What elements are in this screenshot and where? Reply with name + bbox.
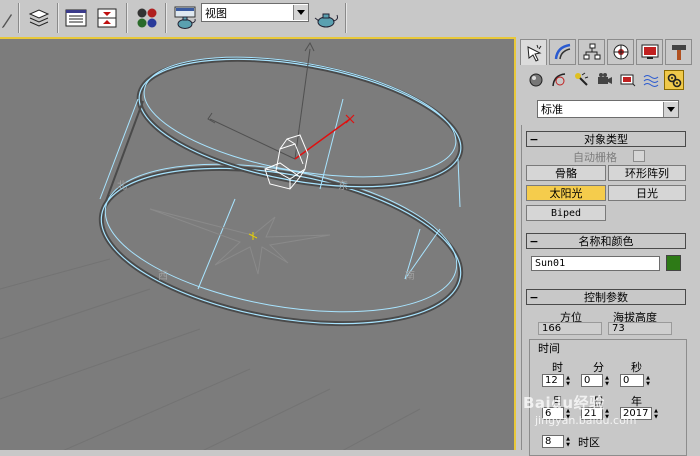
motion-tab[interactable] (607, 39, 634, 65)
command-panel: 标准 − 对象类型 自动栅格 骨骼 环形阵列 太阳光 日光 Biped − 名称… (516, 37, 700, 456)
collapse-minus-icon: − (529, 132, 539, 146)
timezone-label: 时区 (578, 436, 600, 449)
lights-icon[interactable] (572, 70, 592, 90)
object-type-rollout-header[interactable]: − 对象类型 (526, 131, 686, 147)
track-view-icon[interactable] (63, 5, 89, 31)
modify-icon (554, 43, 570, 60)
daylight-button[interactable]: 日光 (608, 185, 686, 201)
compass-ring[interactable] (89, 39, 472, 349)
rollout-title: 名称和颜色 (578, 235, 634, 248)
altitude-value: 73 (608, 322, 672, 335)
cameras-icon[interactable] (595, 70, 615, 90)
collapse-minus-icon: − (529, 290, 539, 304)
compass-label-south: 南 (405, 269, 415, 282)
geometry-icon[interactable] (526, 70, 546, 90)
hour-value[interactable]: 12 (542, 374, 564, 387)
hour-label: 时 (552, 361, 563, 374)
rollout-title: 控制参数 (584, 291, 628, 304)
category-dropdown-value: 标准 (541, 103, 563, 116)
compass-label-east: 东 (338, 179, 348, 192)
bone-button[interactable]: 骨骼 (526, 165, 606, 181)
chevron-down-icon[interactable] (663, 101, 678, 117)
view-dropdown-value: 视图 (205, 6, 227, 20)
autogrid-label: 自动栅格 (573, 151, 617, 164)
compass-label-west: 西 (158, 271, 168, 282)
minute-spinner[interactable]: 0 ▲ ▼ (581, 374, 611, 387)
azimuth-value: 166 (538, 322, 602, 335)
render-setup-icon[interactable] (172, 5, 198, 31)
helpers-icon[interactable] (618, 70, 638, 90)
panel-scroll-edge (521, 125, 522, 450)
object-name-input[interactable]: Sun01 (531, 256, 660, 271)
perspective-viewport[interactable]: 北 东 西 南 (0, 37, 516, 450)
compass-rose (149, 208, 331, 275)
spinner-arrows-icon[interactable]: ▲ ▼ (644, 374, 652, 387)
display-tab[interactable] (636, 39, 663, 65)
minute-value[interactable]: 0 (581, 374, 603, 387)
create-tab[interactable] (520, 39, 547, 65)
minute-label: 分 (593, 361, 604, 374)
spinner-arrows-icon[interactable]: ▲ ▼ (564, 374, 572, 387)
rollout-title: 对象类型 (584, 133, 628, 146)
category-dropdown[interactable]: 标准 (537, 100, 679, 118)
material-editor-icon[interactable] (134, 5, 160, 31)
shapes-icon[interactable] (549, 70, 569, 90)
timezone-spinner[interactable]: 8 ▲ ▼ (542, 435, 572, 448)
hour-spinner[interactable]: 12 ▲ ▼ (542, 374, 572, 387)
hierarchy-icon (583, 43, 600, 60)
control-params-rollout-header[interactable]: − 控制参数 (526, 289, 686, 305)
spinner-arrows-icon[interactable]: ▲ ▼ (564, 435, 572, 448)
create-icon (526, 44, 542, 62)
utilities-tab[interactable] (665, 39, 692, 65)
chevron-down-icon[interactable] (293, 5, 308, 20)
sunlight-button[interactable]: 太阳光 (526, 185, 606, 201)
watermark-url: jingyan.baidu.com (535, 414, 637, 427)
spinner-arrows-icon[interactable]: ▲ ▼ (652, 407, 660, 420)
hammer-icon (671, 45, 686, 60)
object-color-swatch[interactable] (666, 255, 681, 271)
space-warps-icon[interactable] (641, 70, 661, 90)
main-toolbar: 视图 (0, 0, 700, 38)
ring-array-button[interactable]: 环形阵列 (608, 165, 686, 181)
autogrid-checkbox[interactable] (633, 150, 645, 162)
biped-button[interactable]: Biped (526, 205, 606, 221)
pencil-icon[interactable] (0, 5, 14, 31)
timezone-value[interactable]: 8 (542, 435, 564, 448)
time-group-title: 时间 (536, 340, 562, 356)
name-color-rollout-header[interactable]: − 名称和颜色 (526, 233, 686, 249)
view-dropdown[interactable]: 视图 (201, 3, 309, 22)
spinner-arrows-icon[interactable]: ▲ ▼ (603, 374, 611, 387)
quick-render-icon[interactable] (314, 5, 340, 31)
modify-tab[interactable] (549, 39, 576, 65)
layers-icon[interactable] (26, 5, 52, 31)
viewport-scene: 北 东 西 南 (0, 39, 472, 450)
second-value[interactable]: 0 (620, 374, 644, 387)
display-icon (641, 44, 658, 59)
systems-icon[interactable] (664, 70, 684, 90)
hierarchy-tab[interactable] (578, 39, 605, 65)
compass-label-north: 北 (117, 180, 127, 192)
motion-icon (613, 44, 628, 60)
collapse-minus-icon: − (529, 234, 539, 248)
schematic-icon[interactable] (94, 5, 120, 31)
second-label: 秒 (631, 361, 642, 374)
second-spinner[interactable]: 0 ▲ ▼ (620, 374, 652, 387)
watermark-logo: Baidu经验 (523, 394, 605, 412)
